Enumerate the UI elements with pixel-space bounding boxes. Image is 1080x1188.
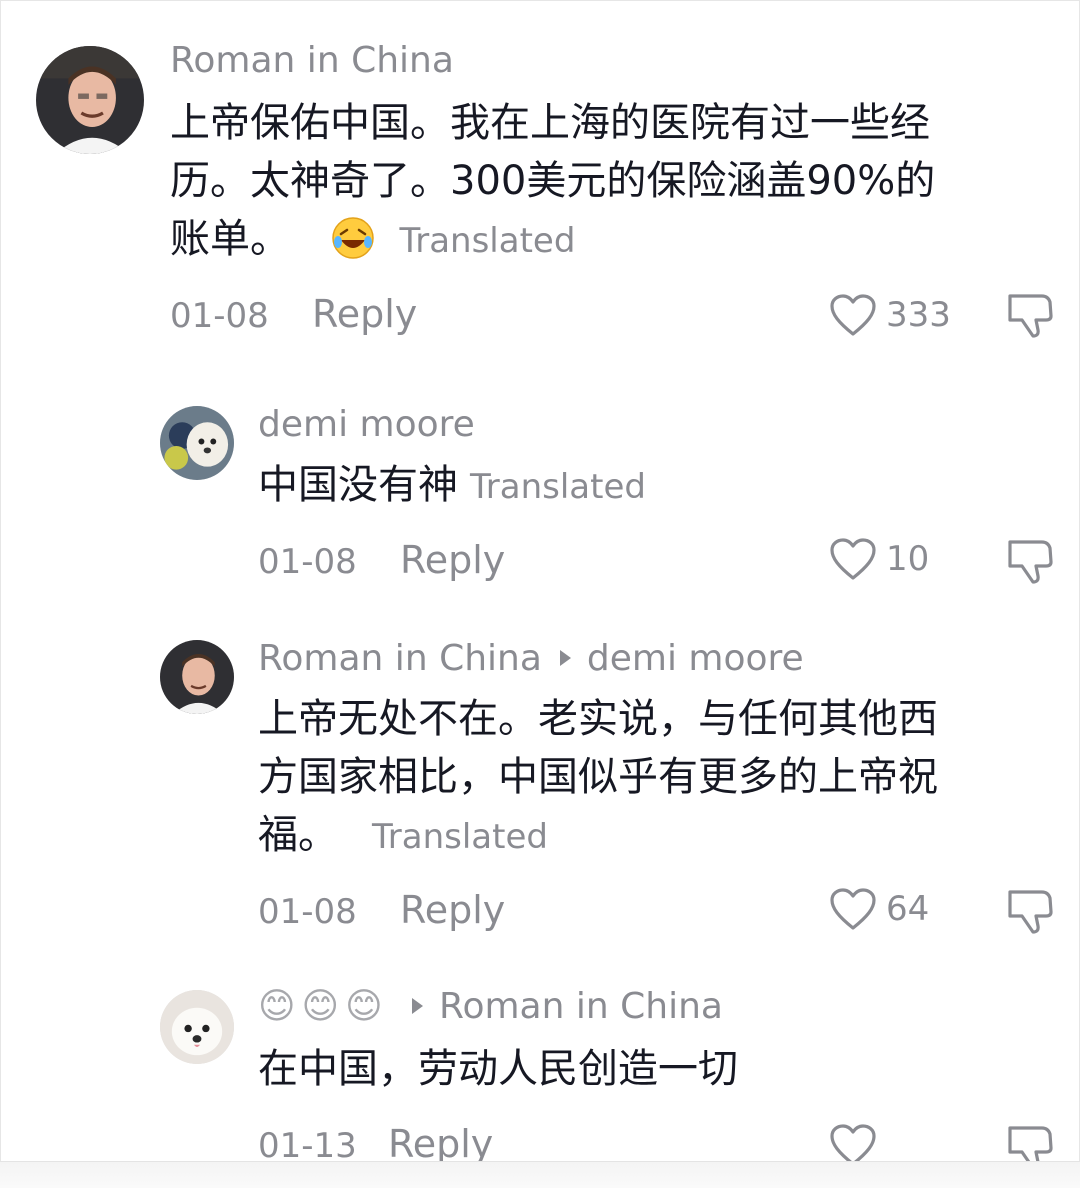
avatar-roman[interactable] [36,46,144,154]
comment-text-last-line: 账单。 Translated [170,210,1050,270]
comment-text-line: 方国家相比，中国似乎有更多的上帝祝 [258,754,938,800]
comment-date: 01-13 [258,1126,357,1166]
avatar-puppy-icon [160,990,234,1064]
reply-arrow-icon [559,650,571,666]
avatar-demi[interactable] [160,406,234,480]
translated-label[interactable]: Translated [399,221,575,261]
comment-date: 01-08 [258,892,357,932]
comment-text: 中国没有神 Translated [258,456,1038,516]
thumbs-down-icon [1008,294,1053,338]
comment-author[interactable]: demi moore [258,404,475,445]
translated-label[interactable]: Translated [372,817,548,857]
smiling-face-icon: 😊 [301,986,340,1027]
avatar-dog-icon [160,406,234,480]
like-count: 333 [886,295,951,335]
comment-author[interactable]: Roman in China [170,40,454,81]
like-count: 64 [886,889,930,929]
comment-text-line: 福。 [258,812,338,858]
avatar-roman-icon [36,46,144,154]
dislike-button[interactable] [1004,886,1056,940]
reply-button[interactable]: Reply [400,888,505,932]
avatar-roman[interactable] [160,640,234,714]
laughing-face-icon [331,216,375,260]
reply-to-user[interactable]: demi moore [587,638,804,679]
comment-text-line: 历。太神奇了。300美元的保险涵盖90%的 [170,158,936,204]
comment-author[interactable]: Roman in China [258,638,542,679]
reply-button[interactable]: Reply [312,292,417,336]
comment-author-line: Roman in China demi moore [258,638,804,679]
reply-to-user[interactable]: Roman in China [439,986,723,1027]
smiling-face-icon: 😊 [258,986,296,1027]
thumbs-down-icon [1008,540,1053,584]
reply-button[interactable]: Reply [388,1122,493,1166]
reply-arrow-icon [412,998,424,1014]
bottom-edge-bar [0,1161,1080,1188]
comment-text-line: 账单。 [170,216,290,262]
reply-button[interactable]: Reply [400,538,505,582]
comment-date: 01-08 [258,542,357,582]
comment-text: 上帝保佑中国。我在上海的医院有过一些经 历。太神奇了。300美元的保险涵盖90%… [170,94,1050,270]
comment-date: 01-08 [170,296,269,336]
translated-label[interactable]: Translated [470,467,646,507]
comment-text-line: 在中国，劳动人民创造一切 [258,1046,738,1092]
comment-author-line: 😊 😊 😊 Roman in China [258,986,723,1027]
comment-text: 在中国，劳动人民创造一切 [258,1040,1058,1098]
heart-icon [830,294,876,336]
smiling-face-icon: 😊 [345,986,383,1027]
comment-text-last-line: 福。 Translated [258,806,1058,866]
like-button[interactable]: 333 [828,292,951,338]
comment-text: 上帝无处不在。老实说，与任何其他西 方国家相比，中国似乎有更多的上帝祝 福。 Tr… [258,690,1058,866]
dislike-button[interactable] [1004,290,1056,344]
like-button[interactable]: 64 [828,886,929,932]
comment-text-line: 中国没有神 [258,462,458,508]
avatar-puppy[interactable] [160,990,234,1064]
comment-text-line: 上帝无处不在。老实说，与任何其他西 [258,696,938,742]
heart-icon [830,888,876,930]
heart-icon [830,538,876,580]
thumbs-down-icon [1008,890,1053,934]
like-count: 10 [886,539,930,579]
like-button[interactable]: 10 [828,536,929,582]
avatar-roman-icon [160,640,234,714]
comment-text-line: 上帝保佑中国。我在上海的医院有过一些经 [170,100,930,146]
author-emoji-name[interactable]: 😊 😊 😊 [258,986,394,1027]
dislike-button[interactable] [1004,536,1056,590]
